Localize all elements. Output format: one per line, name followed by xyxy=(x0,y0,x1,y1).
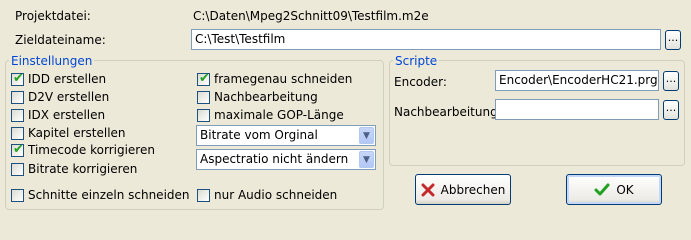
encoder-browse-button[interactable]: ... xyxy=(663,71,679,91)
checkmark-icon: ✔ xyxy=(13,141,24,157)
checkbox-label: IDX erstellen xyxy=(28,108,106,122)
checkbox-max-gop[interactable]: maximale GOP-Länge xyxy=(197,108,344,122)
ok-button-label: OK xyxy=(616,182,634,197)
checkbox-timecode[interactable]: ✔ Timecode korrigieren xyxy=(11,141,155,157)
checkbox-box[interactable] xyxy=(11,126,24,140)
checkbox-label: nur Audio schneiden xyxy=(214,188,338,202)
checkbox-d2v[interactable]: D2V erstellen xyxy=(11,90,109,104)
checkbox-box[interactable]: ✔ xyxy=(11,141,24,157)
checkbox-bitrate[interactable]: Bitrate korrigieren xyxy=(11,162,137,176)
settings-legend: Einstellungen xyxy=(9,54,95,68)
checkbox-audio-only[interactable]: nur Audio schneiden xyxy=(197,188,337,202)
checkbox-box[interactable] xyxy=(11,108,24,122)
checkbox-frame-accurate[interactable]: ✔ framegenau schneiden xyxy=(197,70,353,86)
checkbox-idx[interactable]: IDX erstellen xyxy=(11,108,105,122)
checkbox-box[interactable] xyxy=(11,90,24,104)
checkbox-postprocessing[interactable]: Nachbearbeitung xyxy=(197,90,318,104)
scripts-legend: Scripte xyxy=(393,54,440,68)
checkbox-label: Bitrate korrigieren xyxy=(28,162,138,176)
bitrate-select-value: Bitrate vom Orginal xyxy=(200,128,318,142)
checkbox-box[interactable] xyxy=(197,188,210,202)
target-label: Zieldateiname: xyxy=(15,33,106,47)
checkbox-label: Schnitte einzeln schneiden xyxy=(28,188,190,202)
checkbox-box[interactable]: ✔ xyxy=(11,70,24,86)
checkbox-label: D2V erstellen xyxy=(28,90,110,104)
checkbox-cut-single[interactable]: Schnitte einzeln schneiden xyxy=(11,188,190,202)
checkbox-label: Kapitel erstellen xyxy=(28,126,126,140)
checkbox-label: maximale GOP-Länge xyxy=(214,108,344,122)
checkbox-label: Timecode korrigieren xyxy=(28,143,155,157)
checkbox-box[interactable]: ✔ xyxy=(197,70,210,86)
project-label: Projektdatei: xyxy=(15,9,91,23)
checkbox-box[interactable] xyxy=(197,108,210,122)
postprocessing-input[interactable] xyxy=(495,99,659,120)
checkmark-icon: ✔ xyxy=(13,70,24,86)
checkbox-box[interactable] xyxy=(11,162,24,176)
target-browse-button[interactable]: ... xyxy=(665,30,681,50)
checkbox-label: IDD erstellen xyxy=(28,72,107,86)
aspect-select-value: Aspectratio nicht ändern xyxy=(200,152,349,166)
aspect-select[interactable]: Aspectratio nicht ändern ▼ xyxy=(196,149,376,170)
chevron-down-icon[interactable]: ▼ xyxy=(359,127,374,144)
postprocessing-label: Nachbearbeitung: xyxy=(394,105,502,119)
encoder-input[interactable]: Encoder\EncoderHC21.prg xyxy=(495,70,659,91)
checkbox-idd[interactable]: ✔ IDD erstellen xyxy=(11,70,107,86)
checkmark-icon: ✔ xyxy=(199,70,210,86)
checkbox-label: framegenau schneiden xyxy=(214,72,353,86)
chevron-down-icon[interactable]: ▼ xyxy=(359,151,374,168)
checkbox-chapter[interactable]: Kapitel erstellen xyxy=(11,126,126,140)
encoder-label: Encoder: xyxy=(394,75,447,89)
project-path: C:\Daten\Mpeg2Schnitt09\Testfilm.m2e xyxy=(193,9,429,23)
checkbox-label: Nachbearbeitung xyxy=(214,90,318,104)
cancel-button[interactable]: Abbrechen xyxy=(415,174,511,205)
checkbox-box[interactable] xyxy=(11,188,24,202)
close-icon xyxy=(421,183,435,196)
bitrate-select[interactable]: Bitrate vom Orginal ▼ xyxy=(196,125,376,146)
target-filename-input[interactable]: C:\Test\Testfilm xyxy=(191,29,661,50)
checkbox-box[interactable] xyxy=(197,90,210,104)
postprocessing-browse-button[interactable]: ... xyxy=(663,100,679,120)
ok-button[interactable]: OK xyxy=(566,174,662,205)
cancel-button-label: Abbrechen xyxy=(440,182,506,197)
checkmark-icon xyxy=(594,183,610,195)
